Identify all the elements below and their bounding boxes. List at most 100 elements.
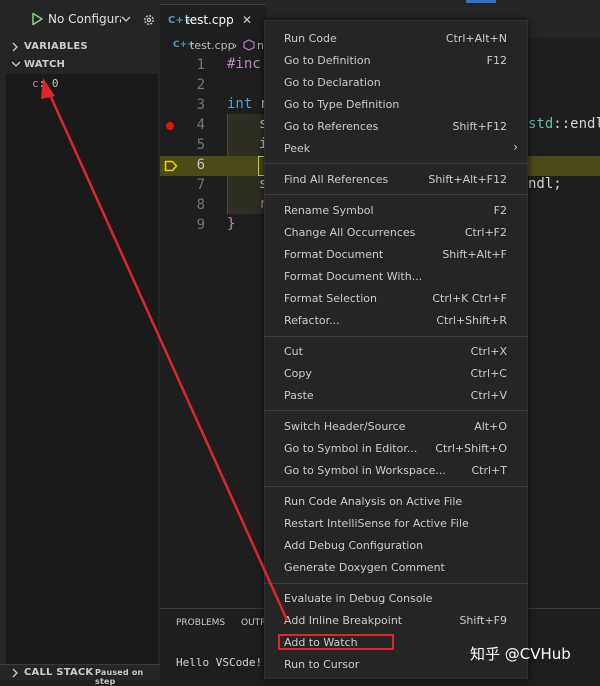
code-line-1[interactable]: #inc bbox=[227, 56, 261, 72]
menu-item-format-document[interactable]: Format Document Shift+Alt+F bbox=[264, 244, 528, 266]
menu-item-label: Paste bbox=[284, 389, 314, 402]
menu-item-label: Run to Cursor bbox=[284, 658, 360, 671]
chevron-right-icon bbox=[12, 42, 18, 52]
menu-item-shortcut: Alt+O bbox=[474, 420, 507, 433]
menu-item-label: Go to Type Definition bbox=[284, 98, 400, 111]
menu-item-add-inline-breakpoint[interactable]: Add Inline Breakpoint Shift+F9 bbox=[264, 610, 528, 632]
annotation-highlight-box bbox=[278, 634, 394, 650]
menu-item-shortcut: Shift+F12 bbox=[452, 120, 507, 133]
tab-output[interactable]: OUTP bbox=[241, 618, 266, 628]
menu-item-paste[interactable]: Paste Ctrl+V bbox=[264, 385, 528, 407]
symbol-method-icon bbox=[243, 39, 255, 51]
submenu-chevron-icon: › bbox=[513, 140, 518, 154]
menu-item-shortcut: Ctrl+F2 bbox=[464, 226, 507, 239]
menu-item-shortcut: Ctrl+K Ctrl+F bbox=[432, 292, 507, 305]
variables-section-label: VARIABLES bbox=[24, 41, 88, 52]
menu-separator bbox=[264, 194, 528, 195]
menu-item-go-to-symbol-in-workspace[interactable]: Go to Symbol in Workspace... Ctrl+T bbox=[264, 460, 528, 482]
menu-item-go-to-type-definition[interactable]: Go to Type Definition bbox=[264, 94, 528, 116]
menu-item-shortcut: Ctrl+V bbox=[470, 389, 507, 402]
line-number: 8 bbox=[196, 197, 205, 213]
menu-item-label: Copy bbox=[284, 367, 312, 380]
menu-item-add-debug-configuration[interactable]: Add Debug Configuration bbox=[264, 535, 528, 557]
breadcrumb-chevron-icon: › bbox=[233, 39, 238, 52]
menu-item-label: Format Document With... bbox=[284, 270, 423, 283]
menu-item-shortcut: Ctrl+C bbox=[470, 367, 507, 380]
menu-item-go-to-references[interactable]: Go to References Shift+F12 bbox=[264, 116, 528, 138]
code-line-4-right[interactable]: std::endl bbox=[528, 116, 600, 132]
variables-section-header[interactable]: VARIABLES bbox=[0, 38, 160, 56]
menu-item-run-code-analysis[interactable]: Run Code Analysis on Active File bbox=[264, 491, 528, 513]
menu-item-label: Restart IntelliSense for Active File bbox=[284, 517, 469, 530]
menu-item-label: Find All References bbox=[284, 173, 389, 186]
menu-item-format-document-with[interactable]: Format Document With... bbox=[264, 266, 528, 288]
menu-item-copy[interactable]: Copy Ctrl+C bbox=[264, 363, 528, 385]
code-line-3[interactable]: int n bbox=[227, 96, 269, 112]
menu-item-find-all-references[interactable]: Find All References Shift+Alt+F12 bbox=[264, 169, 528, 191]
menu-item-label: Add Debug Configuration bbox=[284, 539, 424, 552]
menu-item-rename-symbol[interactable]: Rename Symbol F2 bbox=[264, 200, 528, 222]
menu-item-shortcut: Ctrl+Shift+O bbox=[435, 442, 507, 455]
close-icon[interactable]: ✕ bbox=[242, 13, 252, 27]
menu-item-shortcut: Ctrl+X bbox=[470, 345, 507, 358]
menu-item-label: Format Document bbox=[284, 248, 384, 261]
menu-item-run-code[interactable]: Run Code Ctrl+Alt+N bbox=[264, 28, 528, 50]
watch-item-value: 0 bbox=[51, 77, 59, 90]
menu-item-label: Add Inline Breakpoint bbox=[284, 614, 403, 627]
menu-item-label: Peek bbox=[284, 142, 311, 155]
menu-separator bbox=[264, 410, 528, 411]
code-line-7-right[interactable]: ndl; bbox=[528, 176, 562, 192]
code-line-9[interactable]: } bbox=[227, 216, 235, 232]
line-number: 7 bbox=[196, 177, 205, 193]
menu-item-restart-intellisense[interactable]: Restart IntelliSense for Active File bbox=[264, 513, 528, 535]
menu-item-go-to-symbol-in-editor[interactable]: Go to Symbol in Editor... Ctrl+Shift+O bbox=[264, 438, 528, 460]
menu-item-change-all-occurrences[interactable]: Change All Occurrences Ctrl+F2 bbox=[264, 222, 528, 244]
watch-section-header[interactable]: WATCH bbox=[0, 56, 160, 74]
debug-configuration-select[interactable]: No Configurati bbox=[48, 12, 121, 26]
menu-item-evaluate-in-debug-console[interactable]: Evaluate in Debug Console bbox=[264, 588, 528, 610]
chevron-down-icon[interactable] bbox=[120, 13, 132, 25]
chevron-down-icon bbox=[11, 61, 21, 67]
menu-item-label: Switch Header/Source bbox=[284, 420, 406, 433]
menu-item-peek[interactable]: Peek › bbox=[264, 138, 528, 160]
menu-item-label: Run Code bbox=[284, 32, 337, 45]
menu-item-refactor[interactable]: Refactor... Ctrl+Shift+R bbox=[264, 310, 528, 332]
gear-icon[interactable] bbox=[142, 13, 156, 27]
call-stack-status: Paused on step bbox=[95, 668, 144, 686]
menu-item-format-selection[interactable]: Format Selection Ctrl+K Ctrl+F bbox=[264, 288, 528, 310]
menu-item-label: Cut bbox=[284, 345, 303, 358]
line-number: 3 bbox=[196, 97, 205, 113]
menu-item-label: Generate Doxygen Comment bbox=[284, 561, 445, 574]
menu-item-label: Refactor... bbox=[284, 314, 340, 327]
chevron-right-icon bbox=[12, 668, 18, 678]
menu-item-label: Rename Symbol bbox=[284, 204, 374, 217]
menu-item-label: Go to References bbox=[284, 120, 379, 133]
call-stack-section-header[interactable]: CALL STACK Paused on step bbox=[0, 664, 160, 686]
watch-item-name: c bbox=[32, 77, 39, 90]
menu-item-cut[interactable]: Cut Ctrl+X bbox=[264, 341, 528, 363]
code-namespace: std bbox=[528, 116, 554, 132]
line-number: 2 bbox=[196, 77, 205, 93]
menu-item-label: Change All Occurrences bbox=[284, 226, 416, 239]
accent-indicator bbox=[466, 0, 496, 3]
run-icon[interactable] bbox=[30, 12, 44, 26]
menu-item-go-to-declaration[interactable]: Go to Declaration bbox=[264, 72, 528, 94]
watch-item[interactable]: c: 0 bbox=[32, 77, 59, 90]
breadcrumb-symbol[interactable]: n bbox=[257, 39, 264, 52]
menu-item-label: Go to Symbol in Editor... bbox=[284, 442, 418, 455]
breakpoint-icon[interactable] bbox=[166, 122, 174, 130]
watch-list bbox=[6, 74, 158, 664]
breadcrumb-file[interactable]: test.cpp bbox=[190, 39, 235, 52]
menu-separator bbox=[264, 163, 528, 164]
menu-item-label: Go to Definition bbox=[284, 54, 371, 67]
menu-item-shortcut: Shift+Alt+F12 bbox=[428, 173, 507, 186]
tab-label[interactable]: test.cpp bbox=[185, 13, 234, 27]
menu-item-go-to-definition[interactable]: Go to Definition F12 bbox=[264, 50, 528, 72]
code-keyword: int bbox=[227, 96, 253, 112]
line-number: 1 bbox=[196, 57, 205, 73]
menu-item-switch-header-source[interactable]: Switch Header/Source Alt+O bbox=[264, 416, 528, 438]
menu-item-label: Run Code Analysis on Active File bbox=[284, 495, 463, 508]
menu-item-generate-doxygen-comment[interactable]: Generate Doxygen Comment bbox=[264, 557, 528, 579]
tab-problems[interactable]: PROBLEMS bbox=[176, 618, 225, 628]
menu-item-label: Evaluate in Debug Console bbox=[284, 592, 433, 605]
